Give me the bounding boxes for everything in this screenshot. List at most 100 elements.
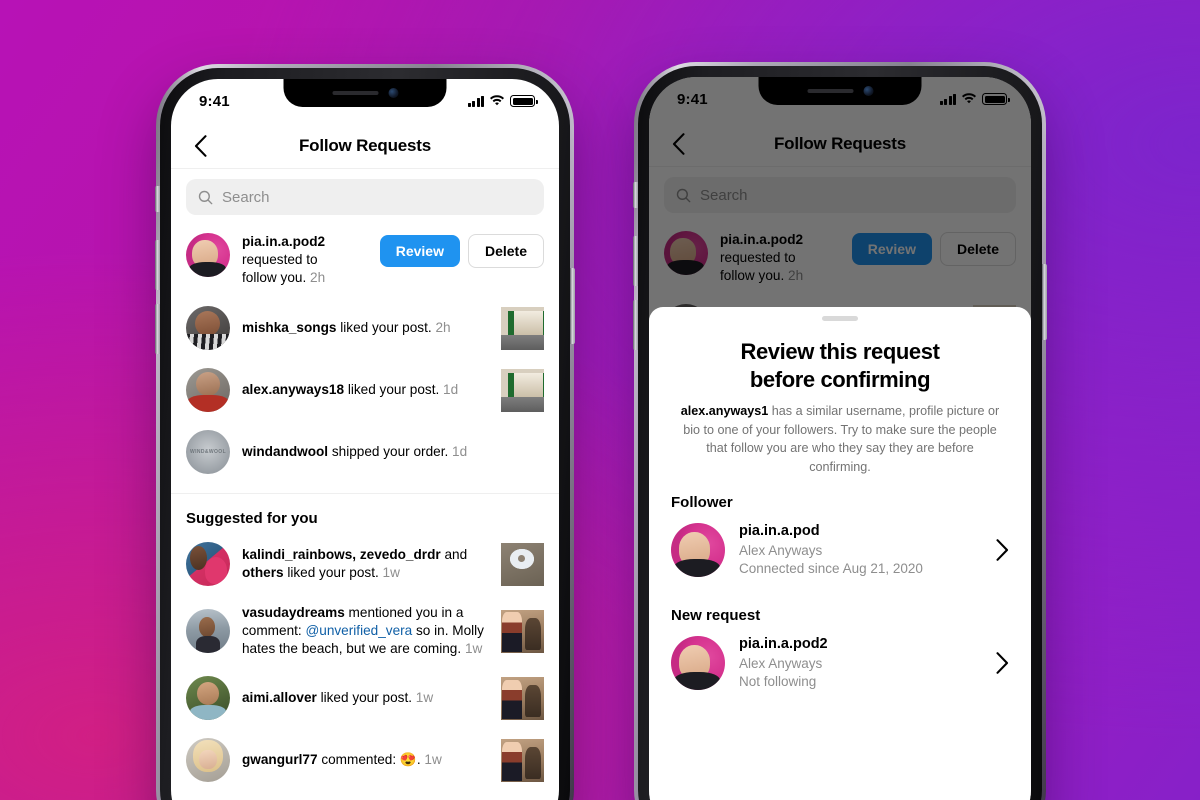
chevron-left-icon[interactable] <box>187 133 213 159</box>
section-new-request-heading: New request <box>671 607 761 625</box>
notif-time: 2h <box>435 320 451 336</box>
phone-left: 9:41 Follow Requests Search pia.in.a.pod… <box>155 64 575 800</box>
avatar[interactable] <box>186 738 230 783</box>
search-input[interactable]: Search <box>186 179 544 215</box>
suggested-mid: and <box>440 547 468 563</box>
phone-right: 9:41 Follow Requests <box>633 62 1047 800</box>
avatar[interactable] <box>671 523 725 578</box>
front-camera-icon <box>863 86 873 96</box>
post-thumbnail[interactable] <box>501 368 544 412</box>
search-placeholder: Search <box>222 188 270 206</box>
earpiece-speaker-icon <box>332 91 378 95</box>
notif-time: 1d <box>443 382 459 398</box>
phone-left-volume-up[interactable] <box>155 240 160 290</box>
sheet-title-line1: Review this request <box>740 339 940 364</box>
post-thumbnail[interactable] <box>501 738 544 782</box>
avatar[interactable] <box>671 636 725 691</box>
suggested-user[interactable]: aimi.allover <box>242 690 317 705</box>
list-item[interactable]: gwangurl77 commented: 😍. 1w <box>171 729 559 791</box>
brand-badge-label: WIND&WOOL <box>189 449 227 456</box>
phone-right-silent-switch[interactable] <box>633 182 638 208</box>
avatar[interactable] <box>186 676 230 721</box>
follower-row[interactable]: pia.in.a.pod Alex Anyways Connected sinc… <box>649 511 1031 589</box>
phone-left-screen: 9:41 Follow Requests Search pia.in.a.pod… <box>171 79 559 800</box>
follower-fullname: Alex Anyways <box>739 543 823 558</box>
list-item[interactable]: kalindi_rainbows, zevedo_drdr and others… <box>171 533 559 595</box>
suggested-time: 1w <box>464 641 483 657</box>
avatar[interactable] <box>186 368 230 413</box>
notif-text: liked your post. <box>344 382 440 398</box>
follower-meta: Connected since Aug 21, 2020 <box>739 561 923 577</box>
new-request-meta: Not following <box>739 674 817 690</box>
list-item[interactable]: mishka_songs liked your post. 2h <box>171 297 559 359</box>
section-follower-heading: Follower <box>671 494 733 512</box>
post-thumbnail[interactable] <box>501 609 544 653</box>
request-text: pia.in.a.pod2 requested to follow you. 2… <box>242 233 368 287</box>
phone-right-volume-down[interactable] <box>633 300 638 350</box>
notif-text: shipped your order. <box>328 444 449 460</box>
phone-left-volume-down[interactable] <box>155 304 160 354</box>
delete-button[interactable]: Delete <box>467 234 544 268</box>
suggested-user[interactable]: vasudaydreams <box>242 605 345 620</box>
front-camera-icon <box>388 88 398 98</box>
new-request-username: pia.in.a.pod2 <box>739 636 828 653</box>
suggested-user2[interactable]: others <box>242 565 284 580</box>
follower-username: pia.in.a.pod <box>739 523 820 540</box>
sheet-subject-username: alex.anyways1 <box>680 404 769 419</box>
phone-right-notch <box>758 77 922 105</box>
phone-right-volume-up[interactable] <box>633 236 638 286</box>
wifi-icon <box>490 95 504 106</box>
sheet-title-line2: before confirming <box>749 366 931 392</box>
chevron-right-icon[interactable] <box>996 652 1009 675</box>
suggested-text: liked your post. <box>316 690 413 706</box>
list-item[interactable]: WIND&WOOL windandwool shipped your order… <box>171 421 559 483</box>
avatar[interactable] <box>186 542 230 587</box>
signal-bars-icon <box>467 95 484 107</box>
section-divider <box>171 493 559 495</box>
review-request-sheet: Review this request before confirming al… <box>649 307 1031 800</box>
suggested-heading: Suggested for you <box>186 510 318 528</box>
notif-time: 1d <box>452 444 468 460</box>
new-request-fullname: Alex Anyways <box>739 656 823 671</box>
suggested-time: 1w <box>424 752 442 768</box>
review-button[interactable]: Review <box>379 235 460 267</box>
earpiece-speaker-icon <box>807 89 853 93</box>
sheet-description: alex.anyways1 has a similar username, pr… <box>649 393 1031 476</box>
chevron-right-icon[interactable] <box>996 539 1009 562</box>
status-time: 9:41 <box>199 92 230 110</box>
post-thumbnail[interactable] <box>501 306 544 350</box>
nav-bar-left: Follow Requests <box>171 123 559 169</box>
post-thumbnail[interactable] <box>501 676 544 720</box>
search-container-left: Search <box>171 169 559 223</box>
suggested-user[interactable]: kalindi_rainbows, zevedo_drdr <box>242 547 441 562</box>
avatar[interactable] <box>186 609 230 654</box>
phone-right-power-button[interactable] <box>1042 264 1047 340</box>
notif-user[interactable]: windandwool <box>242 444 328 459</box>
search-icon <box>198 190 213 204</box>
post-thumbnail[interactable] <box>501 542 544 586</box>
avatar[interactable]: WIND&WOOL <box>186 430 230 475</box>
list-item[interactable]: aimi.allover liked your post. 1w <box>171 667 559 729</box>
battery-full-icon <box>510 95 538 107</box>
request-time: 2h <box>310 270 326 286</box>
avatar[interactable] <box>186 233 230 277</box>
phone-left-silent-switch[interactable] <box>155 186 160 212</box>
mention-link[interactable]: @unverified_vera <box>305 623 412 638</box>
suggested-user[interactable]: gwangurl77 <box>242 752 318 767</box>
suggested-time: 1w <box>415 690 434 706</box>
phone-right-screen: 9:41 Follow Requests <box>649 77 1031 800</box>
request-username[interactable]: pia.in.a.pod2 <box>242 234 325 249</box>
list-item[interactable]: vasudaydreams mentioned you in a comment… <box>171 595 559 667</box>
new-request-row[interactable]: pia.in.a.pod2 Alex Anyways Not following <box>649 624 1031 702</box>
request-line3: follow you. <box>242 270 307 286</box>
notif-text: liked your post. <box>336 320 432 336</box>
avatar[interactable] <box>186 306 230 351</box>
phone-left-power-button[interactable] <box>570 268 575 344</box>
follow-request-row[interactable]: pia.in.a.pod2 requested to follow you. 2… <box>171 223 559 297</box>
suggested-text: commented: 😍. <box>317 752 421 768</box>
sheet-title: Review this request before confirming <box>649 321 1031 393</box>
phone-left-notch <box>283 79 447 107</box>
list-item[interactable]: alex.anyways18 liked your post. 1d <box>171 359 559 421</box>
notif-user[interactable]: mishka_songs <box>242 320 336 335</box>
notif-user[interactable]: alex.anyways18 <box>242 382 344 397</box>
